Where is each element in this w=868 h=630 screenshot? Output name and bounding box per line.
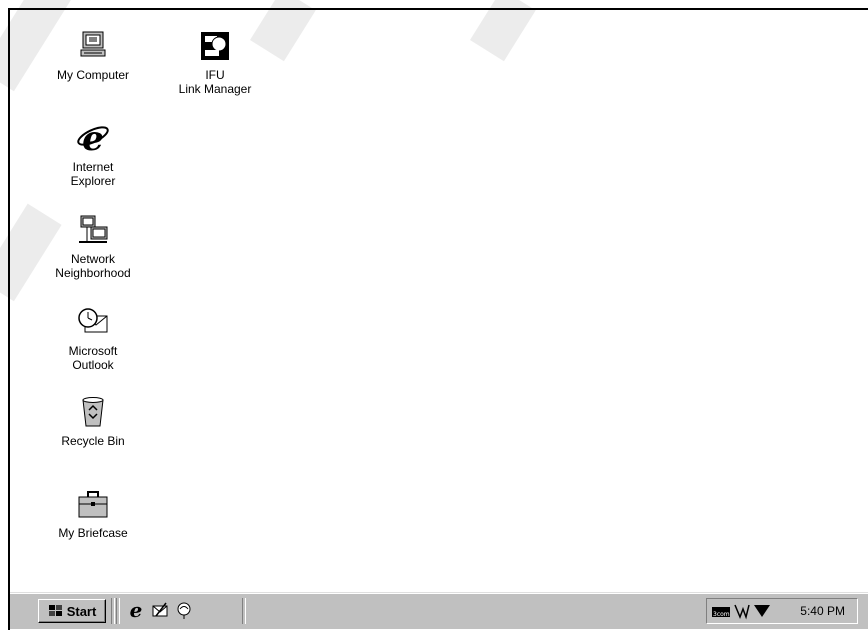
- quick-launch-outlook-express-icon[interactable]: [150, 600, 170, 620]
- desktop-icon-label: Recycle Bin: [61, 434, 125, 448]
- my-computer-icon: [80, 31, 106, 57]
- desktop-icon-label: Internet Explorer: [70, 160, 116, 188]
- windows-logo-icon: [48, 605, 62, 616]
- desktop-icon-recycle-bin[interactable]: Recycle Bin: [43, 394, 143, 448]
- desktop-icon-ifu-link-manager[interactable]: IFU Link Manager: [165, 28, 265, 96]
- svg-text:3com: 3com: [713, 611, 730, 618]
- taskbar-separator: [116, 598, 120, 624]
- 3com-network-icon[interactable]: 3com: [711, 603, 731, 619]
- desktop-icon-label: Microsoft Outlook: [68, 344, 118, 372]
- mcafee-icon[interactable]: [753, 603, 771, 619]
- taskbar-separator: [242, 598, 246, 624]
- desktop-icon-label: IFU Link Manager: [178, 68, 252, 96]
- taskbar-clock[interactable]: 5:40 PM: [800, 604, 845, 618]
- outlook-icon: [78, 308, 108, 333]
- desktop-icon-label: Network Neighborhood: [55, 252, 131, 280]
- desktop-icon-internet-explorer[interactable]: e Internet Explorer: [43, 120, 143, 188]
- internet-explorer-icon: e: [77, 120, 109, 156]
- desktop-icon-network-neighborhood[interactable]: Network Neighborhood: [43, 212, 143, 280]
- system-tray: 3com 5:40 PM: [706, 598, 858, 624]
- taskbar: Start e 3com 5:40 PM: [10, 592, 868, 629]
- recycle-bin-icon: [82, 397, 104, 427]
- link-manager-icon: [201, 32, 229, 60]
- quick-launch-internet-explorer-icon[interactable]: e: [126, 600, 146, 620]
- desktop-icon-my-computer[interactable]: My Computer: [43, 28, 143, 82]
- start-button[interactable]: Start: [38, 599, 106, 623]
- briefcase-icon: [78, 491, 108, 518]
- volume-icon[interactable]: [733, 602, 751, 620]
- desktop-icon-label: My Computer: [56, 68, 130, 82]
- taskbar-separator: [111, 598, 115, 624]
- start-label: Start: [66, 603, 97, 619]
- desktop: My Computer IFU Link Manager e Internet …: [10, 10, 868, 592]
- desktop-icon-microsoft-outlook[interactable]: Microsoft Outlook: [43, 304, 143, 372]
- network-neighborhood-icon: [79, 215, 108, 243]
- svg-text:e: e: [130, 600, 143, 620]
- desktop-icon-my-briefcase[interactable]: My Briefcase: [43, 486, 143, 540]
- desktop-icon-label: My Briefcase: [58, 526, 128, 540]
- quick-launch-channels-icon[interactable]: [174, 600, 194, 620]
